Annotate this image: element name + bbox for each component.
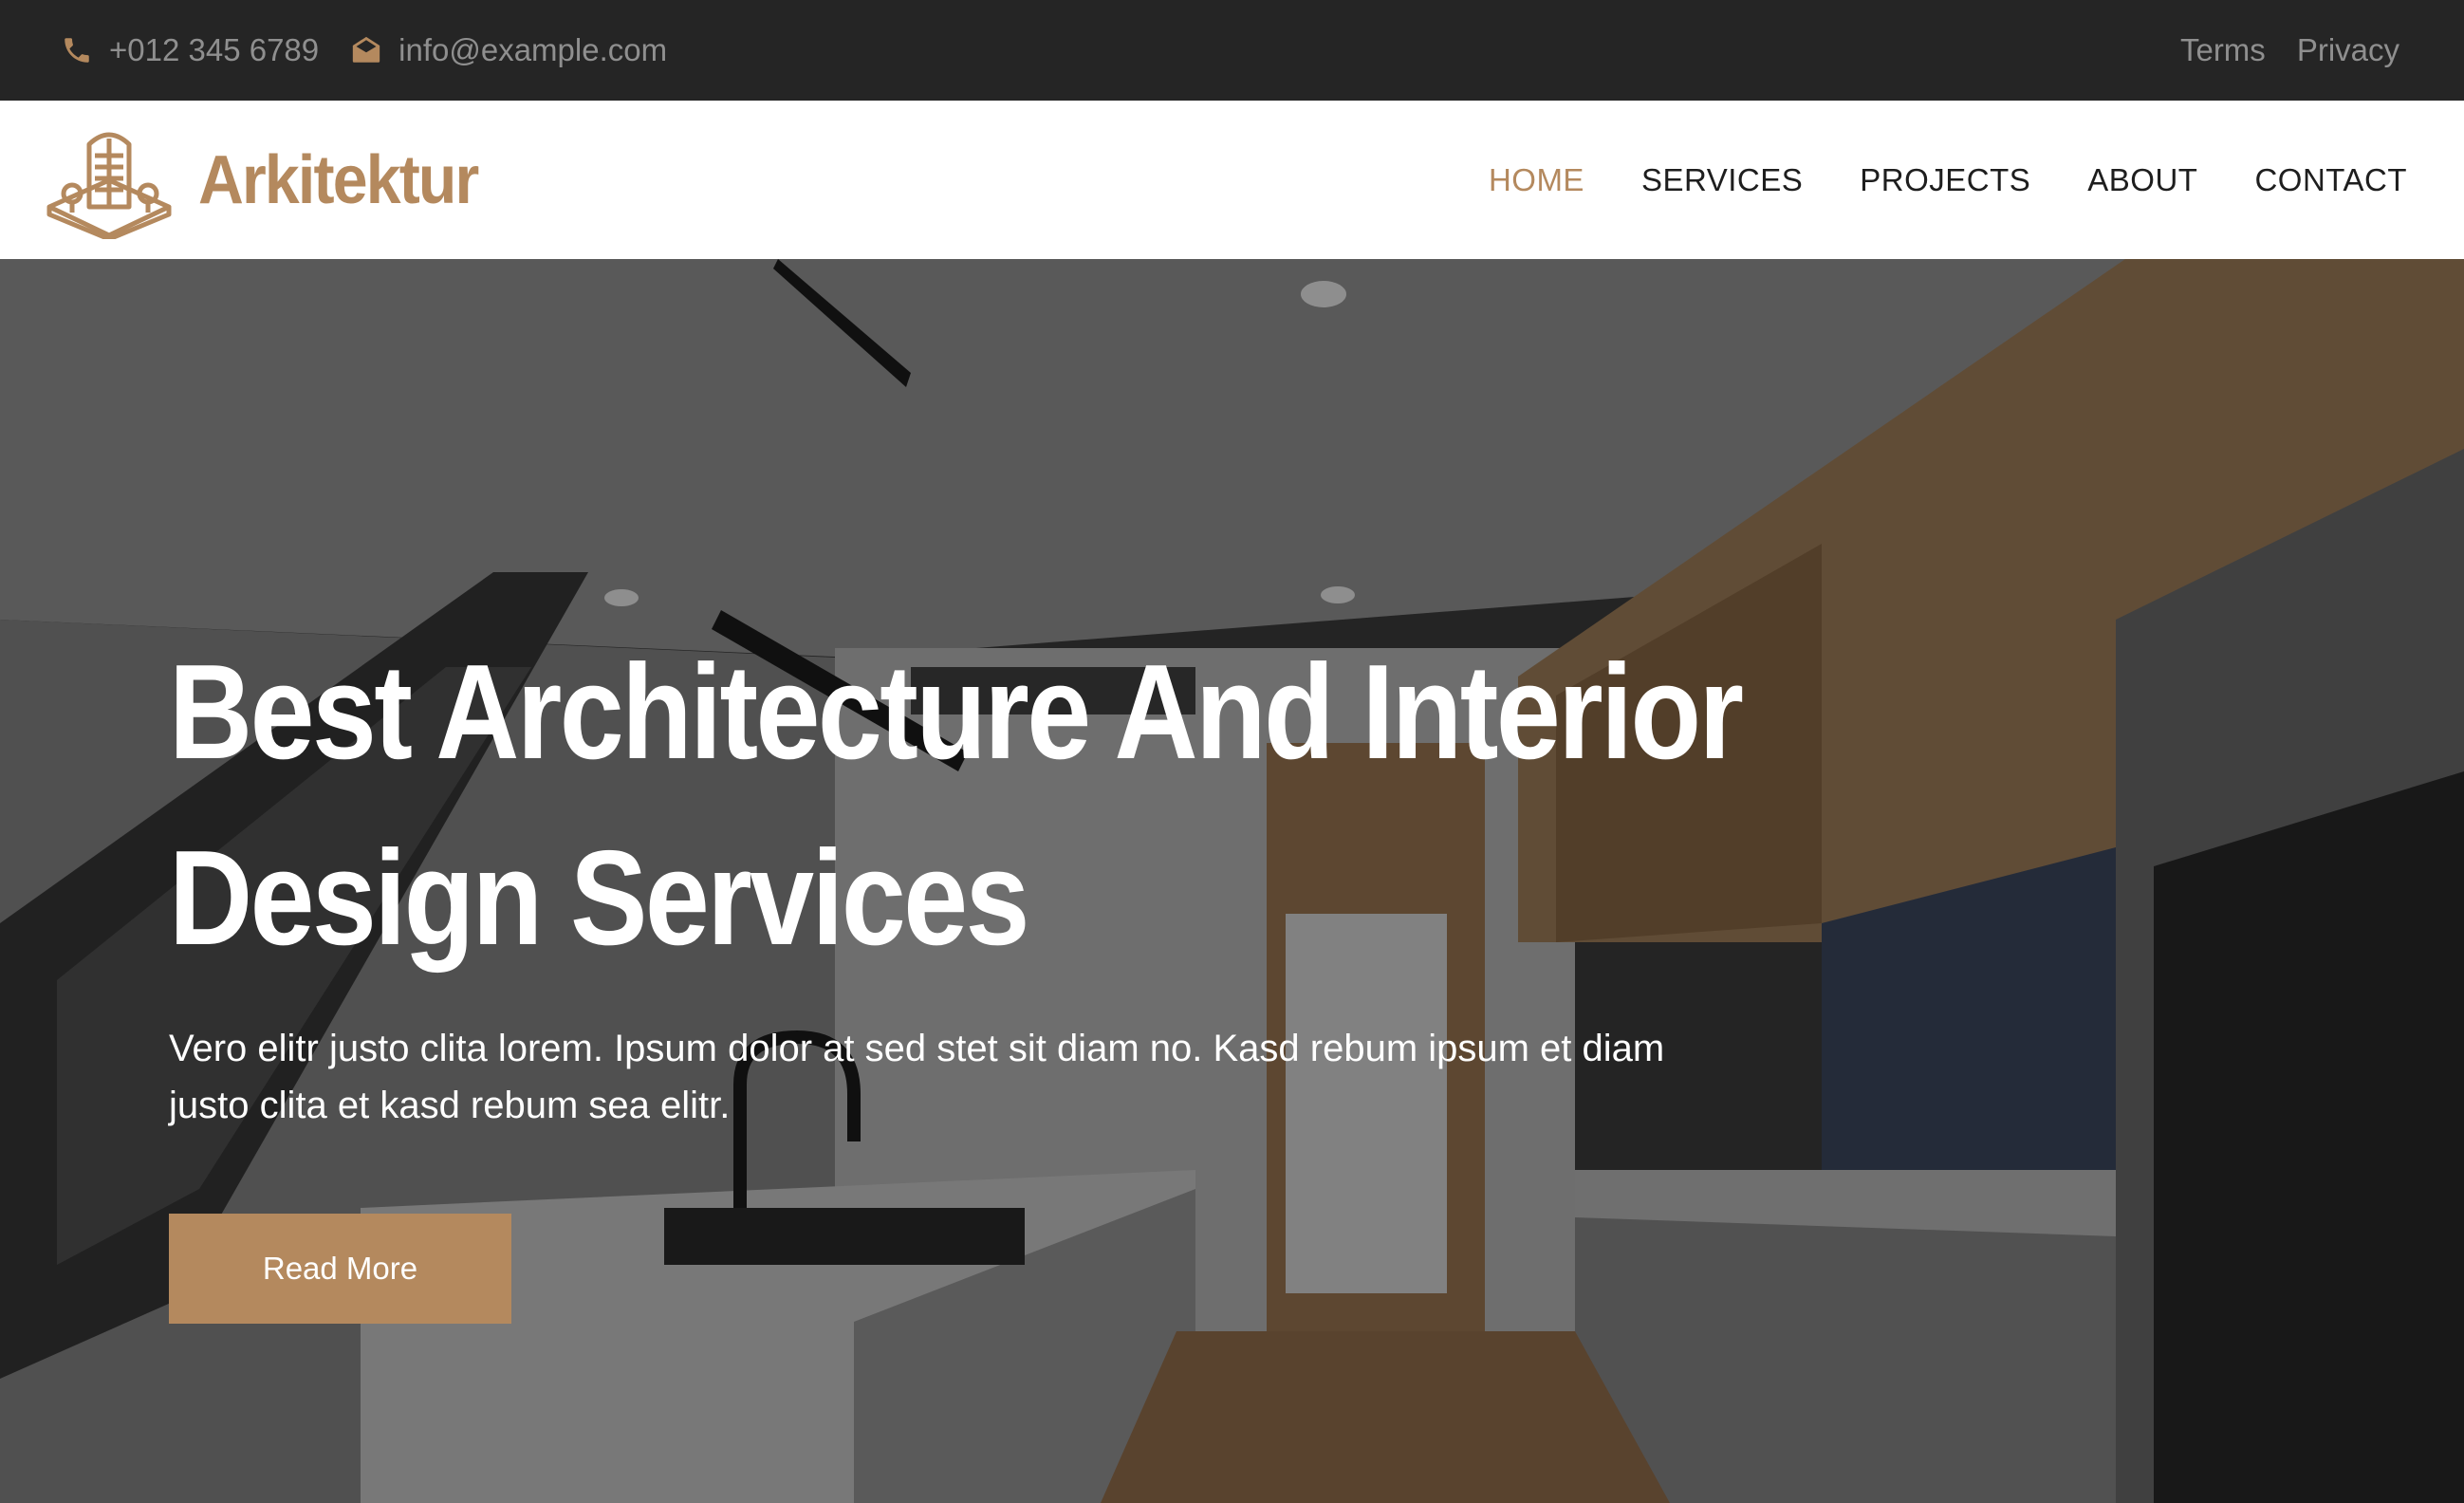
nav-item-home[interactable]: HOME — [1489, 162, 1584, 198]
email-contact[interactable]: info@example.com — [350, 32, 667, 68]
envelope-open-icon — [352, 36, 380, 63]
brand[interactable]: Arkitektur — [46, 121, 502, 239]
phone-number: +012 345 6789 — [109, 32, 320, 67]
nav-item-projects[interactable]: PROJECTS — [1860, 162, 2030, 198]
nav-item-about[interactable]: ABOUT — [2087, 162, 2197, 198]
contact-info: +012 345 6789 info@example.com — [61, 32, 698, 68]
hero-title-line-1: Best Architecture And Interior — [169, 637, 1744, 788]
phone-icon — [65, 38, 89, 63]
hero-title: Best Architecture And Interior Design Se… — [169, 620, 1801, 992]
main-navbar: Arkitektur HOME SERVICES PROJECTS ABOUT … — [0, 101, 2464, 259]
top-links: Terms Privacy — [2149, 32, 2399, 68]
hero-description: Vero elitr justo clita lorem. Ipsum dolo… — [169, 1020, 1839, 1134]
hero-description-line-1: Vero elitr justo clita lorem. Ipsum dolo… — [169, 1028, 1665, 1069]
top-bar: +012 345 6789 info@example.com Terms Pri… — [0, 0, 2464, 101]
nav-menu: HOME SERVICES PROJECTS ABOUT CONTACT — [1432, 162, 2407, 198]
hero-title-line-2: Design Services — [169, 823, 1029, 974]
privacy-link[interactable]: Privacy — [2297, 32, 2399, 68]
read-more-button[interactable]: Read More — [169, 1214, 511, 1324]
hero-carousel: Best Architecture And Interior Design Se… — [0, 259, 2464, 1503]
nav-item-services[interactable]: SERVICES — [1641, 162, 1803, 198]
brand-name: Arkitektur — [198, 141, 479, 218]
email-address: info@example.com — [398, 32, 668, 67]
hero-content: Best Architecture And Interior Design Se… — [169, 637, 1877, 1324]
building-icon — [46, 132, 172, 239]
phone-contact[interactable]: +012 345 6789 — [61, 32, 319, 68]
hero-description-line-2: justo clita et kasd rebum sea elitr. — [169, 1085, 731, 1126]
nav-item-contact[interactable]: CONTACT — [2254, 162, 2407, 198]
terms-link[interactable]: Terms — [2180, 32, 2266, 68]
